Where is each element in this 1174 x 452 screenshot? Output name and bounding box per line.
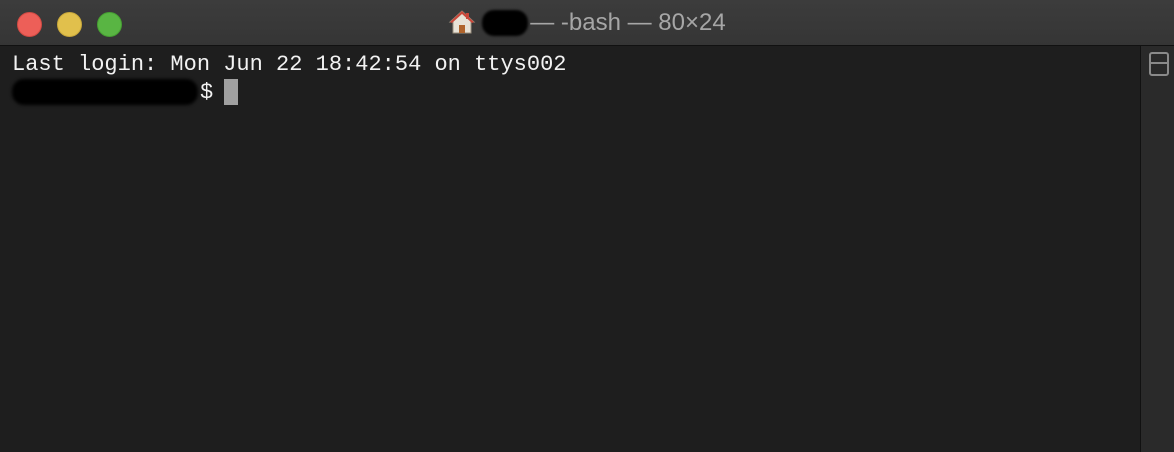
split-pane-icon[interactable] [1149,52,1169,76]
window-title-text: — -bash — 80×24 [530,9,726,36]
home-icon [448,9,476,35]
terminal-output[interactable]: Last login: Mon Jun 22 18:42:54 on ttys0… [0,46,1140,452]
prompt-symbol: $ [200,80,214,105]
scrollbar[interactable] [1140,46,1174,452]
window-title: — -bash — 80×24 [0,0,1174,46]
redacted-username [482,10,529,36]
terminal-window: — -bash — 80×24 Last login: Mon Jun 22 1… [0,0,1174,452]
text-cursor [224,79,239,106]
redacted-prompt-host [12,79,198,106]
last-login-line: Last login: Mon Jun 22 18:42:54 on ttys0… [12,52,567,77]
title-bar[interactable]: — -bash — 80×24 [0,0,1174,46]
prompt-line: $ [12,79,239,107]
